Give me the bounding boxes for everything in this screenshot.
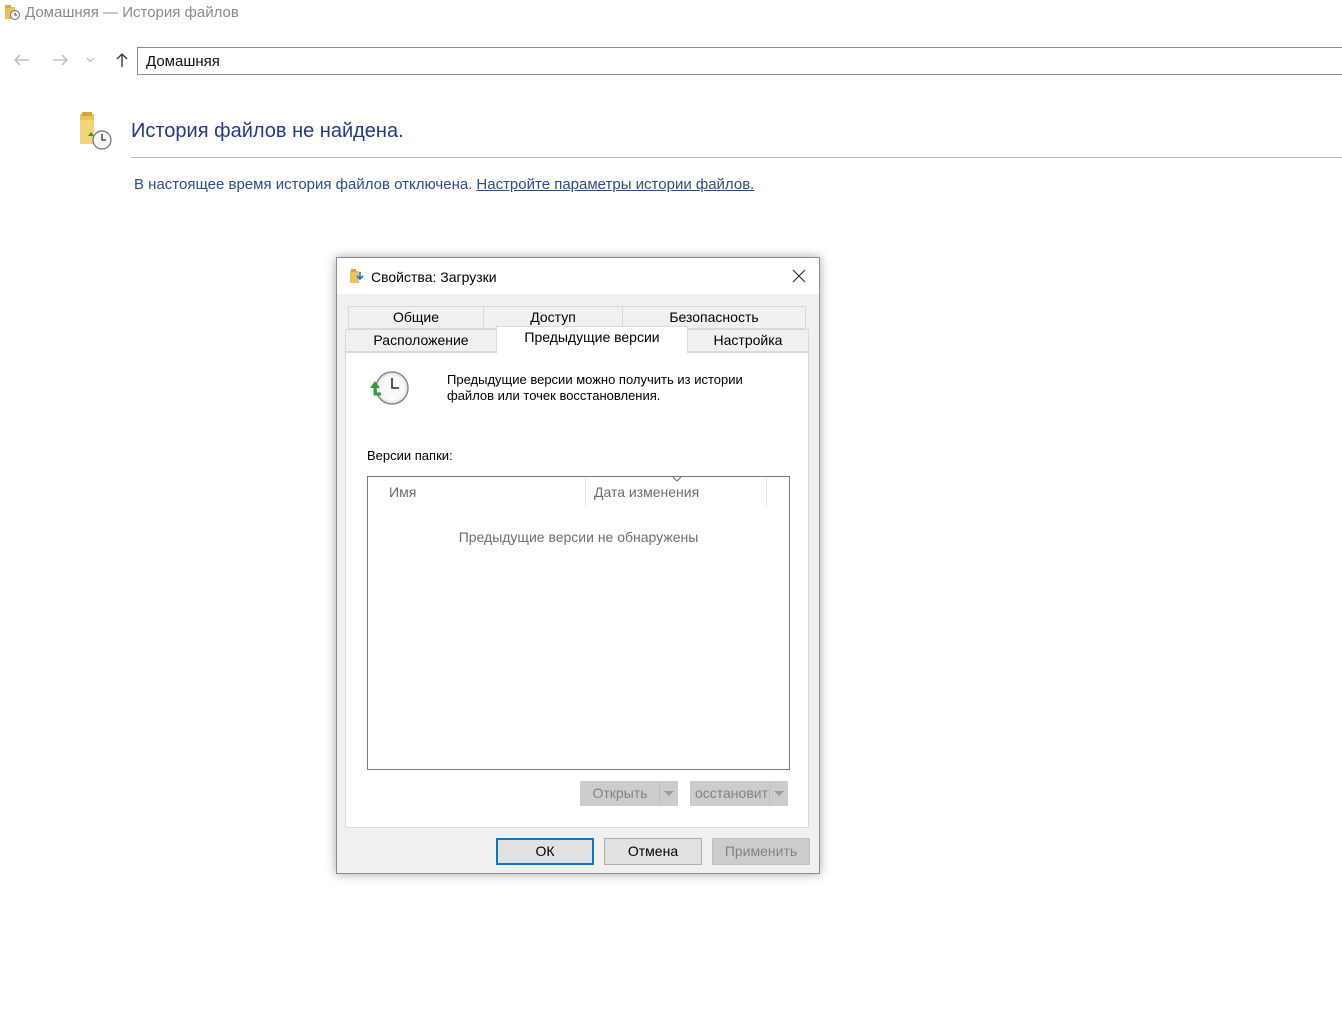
column-header-name[interactable]: Имя: [368, 477, 586, 508]
heading-divider: [131, 157, 1342, 158]
tab-location[interactable]: Расположение: [345, 329, 497, 352]
properties-dialog: Свойства: Загрузки Общие Доступ Безопасн…: [336, 257, 820, 874]
up-button[interactable]: [108, 44, 136, 76]
forward-button[interactable]: [46, 44, 74, 76]
status-text: В настоящее время история файлов отключе…: [134, 176, 473, 193]
settings-link[interactable]: Настройте параметры истории файлов.: [476, 176, 754, 193]
window-titlebar: Домашняя — История файлов: [0, 0, 1342, 26]
cancel-button[interactable]: Отмена: [604, 838, 702, 865]
file-history-icon: [80, 112, 112, 150]
restore-clock-icon: [370, 371, 409, 405]
arrow-up-icon: [116, 53, 128, 67]
arrow-right-icon: [53, 54, 68, 66]
open-dropdown-arrow[interactable]: [659, 782, 677, 805]
tab-general[interactable]: Общие: [348, 306, 484, 329]
close-icon: [792, 269, 806, 283]
tab-customize[interactable]: Настройка: [687, 329, 809, 352]
chevron-down-icon: [86, 57, 94, 63]
versions-list[interactable]: Имя Дата изменения Предыдущие версии не …: [367, 476, 790, 770]
window-title: Домашняя — История файлов: [25, 4, 239, 21]
apply-button[interactable]: Применить: [712, 838, 810, 865]
file-history-app-icon: [5, 5, 20, 20]
page-heading: История файлов не найдена.: [131, 120, 404, 142]
empty-list-message: Предыдущие версии не обнаружены: [458, 529, 699, 545]
panel-description: Предыдущие версии можно получить из исто…: [447, 372, 743, 403]
navigation-bar: Домашняя: [0, 44, 1342, 76]
address-text: Домашняя: [146, 53, 220, 70]
open-button[interactable]: Открыть: [581, 782, 659, 805]
tab-previous-versions[interactable]: Предыдущие версии: [496, 326, 688, 353]
downloads-folder-icon: [350, 269, 364, 283]
dialog-titlebar: Свойства: Загрузки: [337, 258, 819, 294]
ok-button[interactable]: ОК: [496, 838, 594, 865]
status-message: В настоящее время история файлов отключе…: [134, 176, 754, 193]
recent-locations-button[interactable]: [80, 44, 100, 76]
restore-split-button[interactable]: осстановит: [690, 781, 788, 806]
address-bar[interactable]: Домашняя: [137, 47, 1342, 75]
open-split-button[interactable]: Открыть: [580, 781, 678, 806]
sort-descending-icon: [672, 476, 682, 482]
dialog-close-button[interactable]: [789, 266, 809, 286]
restore-dropdown-arrow[interactable]: [769, 782, 787, 805]
restore-button[interactable]: осстановит: [691, 782, 769, 805]
back-button[interactable]: [8, 44, 36, 76]
dialog-title: Свойства: Загрузки: [371, 269, 497, 285]
arrow-left-icon: [14, 54, 29, 66]
previous-versions-panel: Предыдущие версии можно получить из исто…: [345, 352, 809, 828]
folder-versions-label: Версии папки:: [367, 448, 453, 463]
